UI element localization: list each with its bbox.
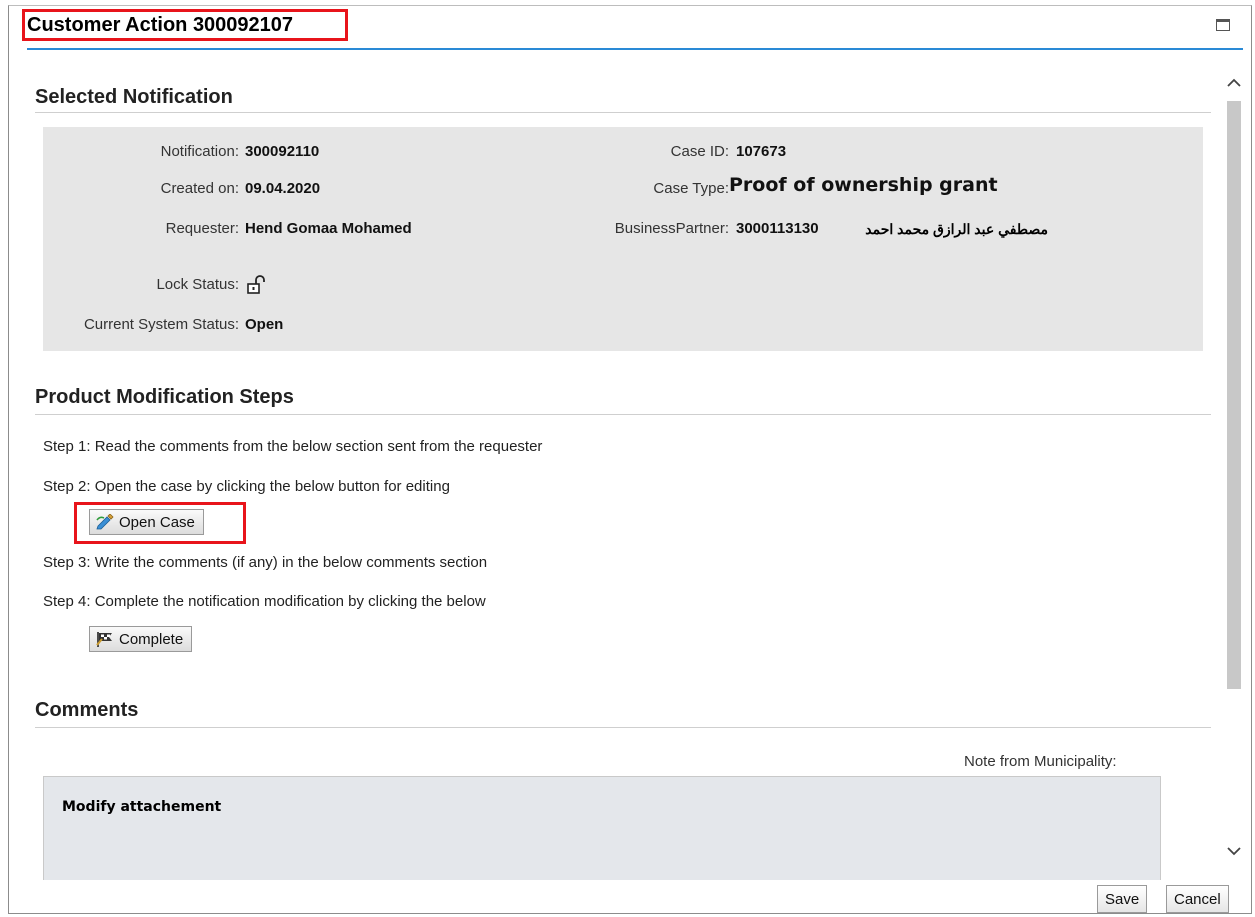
scroll-up-icon[interactable]: [1226, 76, 1242, 90]
requester-value: Hend Gomaa Mohamed: [245, 220, 412, 237]
created-on-label: Created on:: [160, 180, 239, 197]
system-status-label: Current System Status:: [83, 316, 239, 333]
business-partner-label: BusinessPartner:: [614, 220, 729, 237]
complete-label: Complete: [119, 630, 184, 648]
lock-status-label: Lock Status:: [156, 276, 239, 293]
edit-pencil-icon: [96, 514, 114, 530]
case-id-label: Case ID:: [670, 143, 729, 160]
step-2-text: Step 2: Open the case by clicking the be…: [43, 478, 450, 495]
finish-flag-icon: [96, 632, 112, 647]
scroll-down-icon[interactable]: [1226, 844, 1242, 858]
left-edge: [0, 0, 8, 917]
created-on-value: 09.04.2020: [245, 180, 321, 197]
notification-value: 300092110: [245, 143, 320, 160]
footer-bar: [9, 880, 1251, 913]
selected-notification-heading: Selected Notification: [35, 86, 233, 108]
section-divider: [35, 414, 1211, 415]
modification-steps-heading: Product Modification Steps: [35, 386, 294, 408]
note-from-municipality-label: Note from Municipality:: [964, 753, 1117, 770]
step-4-text: Step 4: Complete the notification modifi…: [43, 593, 486, 610]
requester-label: Requester:: [165, 220, 239, 237]
section-divider: [35, 112, 1211, 113]
cancel-button[interactable]: Cancel: [1166, 885, 1229, 913]
open-case-label: Open Case: [119, 513, 195, 531]
complete-button[interactable]: Complete: [89, 626, 193, 652]
maximize-icon[interactable]: [1216, 19, 1230, 31]
scrollbar-thumb[interactable]: [1227, 101, 1241, 689]
notification-label: Notification:: [160, 143, 239, 160]
customer-action-window: Customer Action 300092107 Selected Notif…: [8, 5, 1252, 914]
save-button[interactable]: Save: [1097, 885, 1148, 913]
unlocked-padlock-icon: [247, 275, 265, 294]
municipality-note-text: Modify attachement: [62, 799, 222, 815]
section-divider: [35, 727, 1211, 728]
window-title: Customer Action 300092107: [27, 14, 294, 36]
title-rule: [27, 48, 1243, 50]
business-partner-name: مصطفي عبد الرازق محمد احمد: [865, 221, 1048, 237]
case-type-value: Proof of ownership grant: [729, 174, 998, 196]
case-type-label: Case Type:: [653, 180, 729, 197]
step-3-text: Step 3: Write the comments (if any) in t…: [43, 554, 488, 571]
system-status-value: Open: [245, 316, 284, 333]
business-partner-number: 3000113130: [736, 220, 819, 237]
open-case-button[interactable]: Open Case: [89, 509, 204, 535]
step-1-text: Step 1: Read the comments from the below…: [43, 438, 543, 455]
comments-heading: Comments: [35, 699, 139, 721]
case-id-value: 107673: [736, 143, 787, 160]
